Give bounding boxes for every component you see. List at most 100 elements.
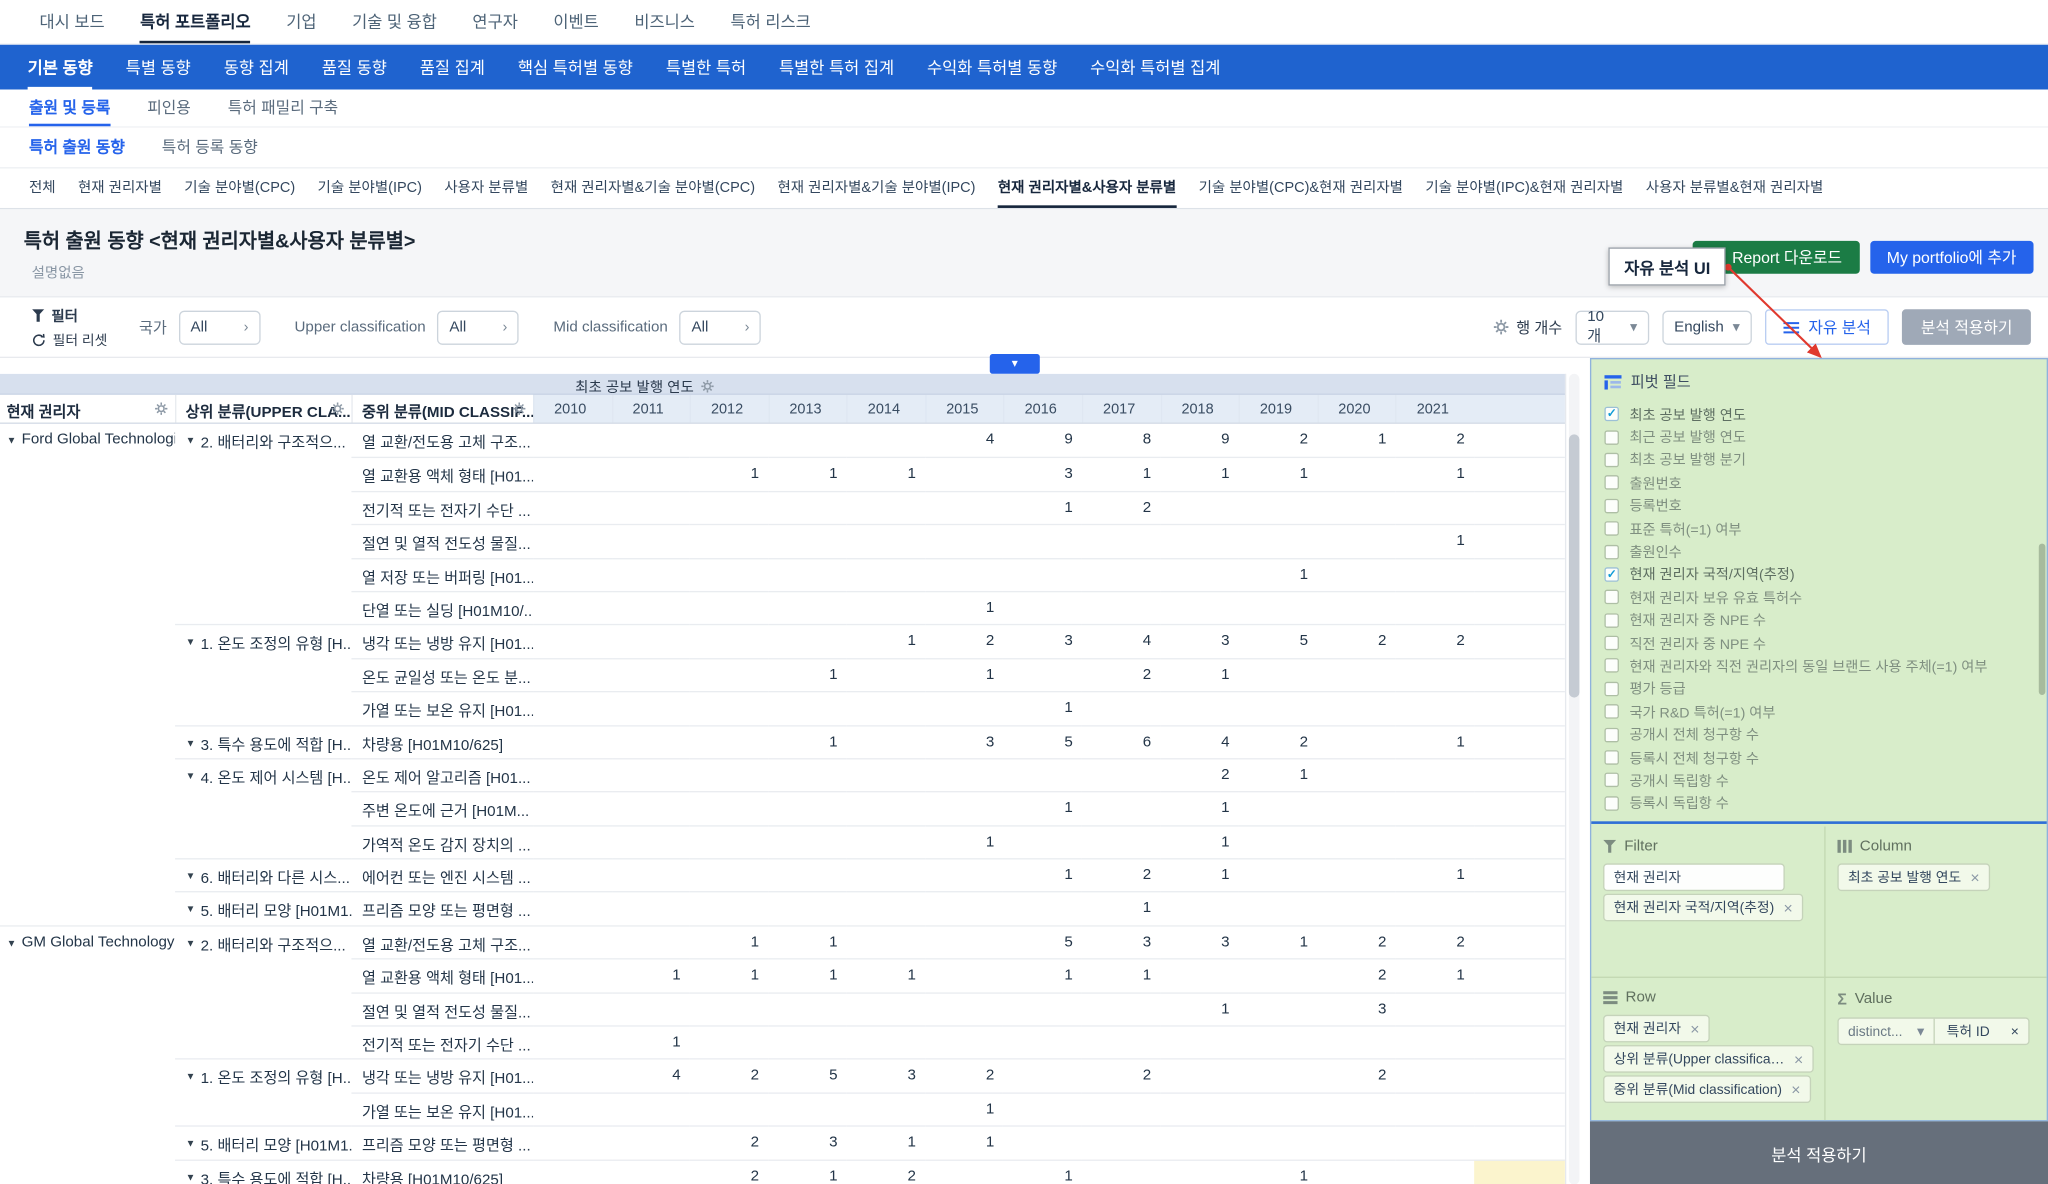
year-column-header[interactable]: 2018 [1160,395,1238,423]
panel-scrollbar[interactable] [2039,372,2046,813]
year-column-header[interactable]: 2013 [768,395,846,423]
pivot-field-item[interactable]: 현재 권리자 보유 유효 특허수 [1604,586,2046,609]
pivot-field-item[interactable]: 국가 R&D 특허(=1) 여부 [1604,700,2046,723]
gear-icon[interactable] [700,379,714,393]
tabs-nav-item[interactable]: 현재 권리자별 [78,168,162,207]
pivot-field-item[interactable]: 최근 공보 발행 연도 [1604,426,2046,449]
pivot-field-item[interactable]: 출원번호 [1604,471,2046,494]
checkbox[interactable] [1604,499,1618,513]
checkbox[interactable] [1604,727,1618,741]
filter-toggle[interactable]: 필터 [32,305,108,326]
upper-class-cell[interactable]: ▼2. 배터리와 구조적으... [175,424,351,457]
upper-class-cell[interactable]: ▼5. 배터리 모양 [H01M1... [175,892,351,925]
top-nav-item[interactable]: 비즈니스 [634,0,695,43]
mid-classification-select[interactable]: All › [680,310,762,344]
top-nav-item[interactable]: 연구자 [472,0,517,43]
sub-nav1-item[interactable]: 특허 패밀리 구축 [228,90,338,127]
pivot-chip[interactable]: 현재 권리자× [1603,1015,1710,1043]
pivot-chip[interactable]: 현재 권리자 국적/지역(추정)× [1603,894,1803,922]
blue-nav-item[interactable]: 특별 동향 [126,45,191,90]
collapse-caret-icon[interactable]: ▼ [186,734,196,758]
collapse-caret-icon[interactable]: ▼ [186,634,196,658]
upper-class-cell[interactable]: ▼2. 배터리와 구조적으... [175,925,351,958]
upper-class-cell[interactable]: ▼1. 온도 조정의 유형 [H... [175,1059,351,1092]
checkbox[interactable] [1604,453,1618,467]
blue-nav-item[interactable]: 수익화 특허별 동향 [927,45,1057,90]
year-column-header[interactable]: 2019 [1239,395,1317,423]
pivot-field-item[interactable]: 평가 등급 [1604,677,2046,700]
checkbox[interactable] [1604,521,1618,535]
tabs-nav-item[interactable]: 기술 분야별(CPC)&현재 권리자별 [1199,168,1403,207]
pivot-field-item[interactable]: 최초 공보 발행 분기 [1604,449,2046,472]
value-chip[interactable]: distinct... ▾ 특허 ID × [1837,1017,2029,1045]
pivot-field-item[interactable]: ✓최초 공보 발행 연도 [1604,403,2046,426]
apply-analysis-footer-button[interactable]: 분석 적용하기 [1590,1121,2048,1184]
year-column-header[interactable]: 2017 [1082,395,1160,423]
language-select[interactable]: English ▾ [1662,310,1752,344]
collapse-caret-icon[interactable]: ▼ [186,1168,196,1184]
checkbox[interactable] [1604,682,1618,696]
owner-cell[interactable]: ▼GM Global Technology ... [0,925,175,958]
row-count-select[interactable]: 10 개 ▾ [1575,310,1649,344]
checkbox[interactable] [1604,590,1618,604]
country-select[interactable]: All › [179,310,261,344]
top-nav-item[interactable]: 기업 [286,0,316,43]
tabs-nav-item[interactable]: 현재 권리자별&사용자 분류별 [998,168,1176,207]
pivot-field-item[interactable]: 등록번호 [1604,494,2046,517]
upper-class-cell[interactable]: ▼4. 온도 제어 시스템 [H... [175,758,351,791]
tabs-nav-item[interactable]: 사용자 분류별&현재 권리자별 [1646,168,1824,207]
tabs-nav-item[interactable]: 현재 권리자별&기술 분야별(IPC) [777,168,975,207]
collapse-caret-icon[interactable]: ▼ [186,934,196,958]
tabs-nav-item[interactable]: 기술 분야별(CPC) [184,168,295,207]
upper-class-cell[interactable]: ▼1. 온도 조정의 유형 [H... [175,624,351,657]
apply-analysis-button[interactable]: 분석 적용하기 [1902,309,2030,345]
blue-nav-item[interactable]: 품질 집계 [420,45,485,90]
pivot-field-item[interactable]: 등록시 전체 청구항 수 [1604,746,2046,769]
pivot-field-item[interactable]: 공개시 전체 청구항 수 [1604,723,2046,746]
blue-nav-item[interactable]: 품질 동향 [322,45,387,90]
year-column-header[interactable]: 2010 [533,395,611,423]
blue-nav-item[interactable]: 기본 동향 [28,45,93,90]
tabs-nav-item[interactable]: 현재 권리자별&기술 분야별(CPC) [551,168,755,207]
pivot-field-item[interactable]: 현재 권리자 중 NPE 수 [1604,609,2046,632]
scrollbar-thumb[interactable] [1569,434,1580,697]
top-nav-item[interactable]: 기술 및 융합 [352,0,437,43]
year-column-header[interactable]: 2020 [1317,395,1395,423]
free-analysis-button[interactable]: 자유 분석 [1765,309,1889,345]
checkbox[interactable]: ✓ [1604,567,1618,581]
mid-class-column-header[interactable]: 중위 분류(MID CLASSIF... [351,395,533,423]
blue-nav-item[interactable]: 동향 집계 [224,45,289,90]
upper-class-cell[interactable]: ▼3. 특수 용도에 적합 [H... [175,725,351,758]
year-column-header[interactable]: 2011 [611,395,689,423]
pivot-chip[interactable]: 현재 권리자 [1603,863,1785,891]
upper-class-cell[interactable]: ▼3. 특수 용도에 적합 [H... [175,1159,351,1184]
checkbox[interactable] [1604,544,1618,558]
collapse-caret-icon[interactable]: ▼ [7,934,17,958]
top-nav-item[interactable]: 이벤트 [553,0,598,43]
owner-column-header[interactable]: 현재 권리자 [0,395,175,423]
year-column-header[interactable]: 2012 [690,395,768,423]
year-column-header[interactable]: 2015 [925,395,1003,423]
checkbox[interactable] [1604,750,1618,764]
scrollbar-thumb[interactable] [2039,544,2046,695]
upper-class-cell[interactable]: ▼6. 배터리와 다른 시스... [175,858,351,891]
close-icon[interactable]: × [1970,868,1979,886]
sub-nav1-item[interactable]: 피인용 [147,90,191,127]
pivot-chip[interactable]: 중위 분류(Mid classification)× [1603,1075,1811,1103]
upper-classification-select[interactable]: All › [438,310,520,344]
collapse-caret-icon[interactable]: ▼ [186,901,196,925]
sub-nav1-item[interactable]: 출원 및 등록 [29,90,110,127]
pivot-chip[interactable]: 최초 공보 발행 연도× [1837,863,1990,891]
tabs-nav-item[interactable]: 전체 [29,168,56,207]
tabs-nav-item[interactable]: 기술 분야별(IPC) [318,168,422,207]
tabs-nav-item[interactable]: 사용자 분류별 [444,168,528,207]
gear-icon[interactable] [154,401,168,415]
collapse-caret-icon[interactable]: ▼ [186,432,196,458]
checkbox[interactable] [1604,636,1618,650]
year-column-header[interactable]: 2021 [1396,395,1474,423]
pivot-field-item[interactable]: 출원인수 [1604,540,2046,563]
checkbox[interactable] [1604,659,1618,673]
blue-nav-item[interactable]: 수익화 특허별 집계 [1090,45,1220,90]
sub-nav2-item[interactable]: 특허 등록 동향 [162,128,258,167]
pivot-field-item[interactable]: 직전 권리자 중 NPE 수 [1604,632,2046,655]
